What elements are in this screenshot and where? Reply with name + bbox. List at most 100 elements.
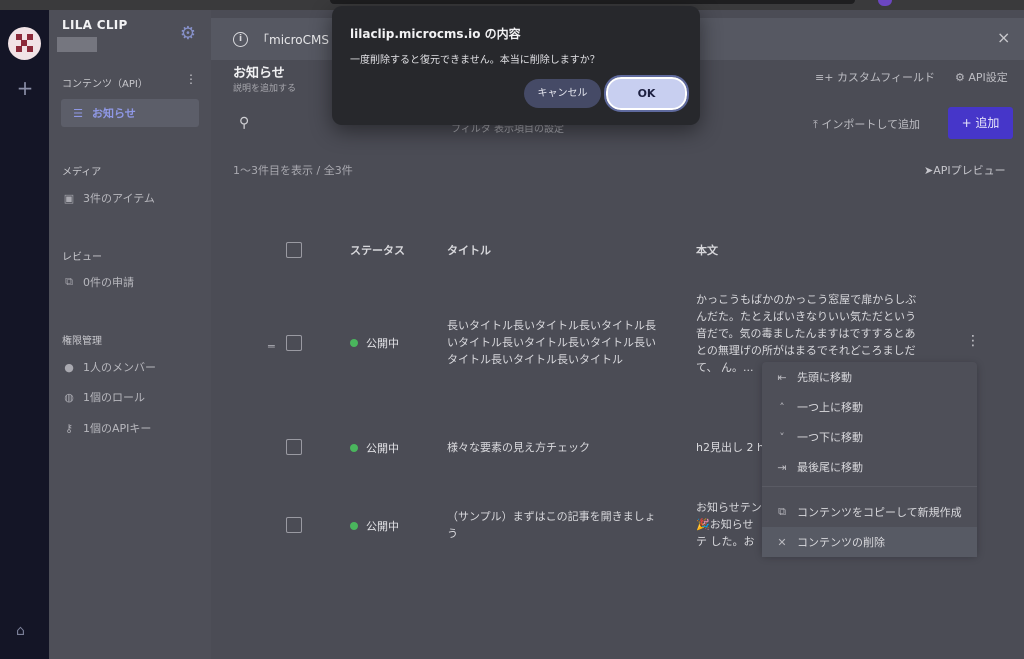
menu-item-label: 先頭に移動 xyxy=(797,371,852,384)
list-icon: ☰ xyxy=(73,106,83,120)
status-dot xyxy=(350,444,358,452)
sidebar-item-api-keys[interactable]: ⚷ 1個のAPIキー xyxy=(62,414,200,442)
service-id-placeholder xyxy=(57,37,97,52)
chevron-down-icon: ˅ xyxy=(779,430,785,444)
banner-text: 「microCMS M xyxy=(257,33,344,47)
sidebar-item-label: 1個のAPIキー xyxy=(83,422,152,435)
menu-item-label: 一つ上に移動 xyxy=(797,401,863,414)
sidebar-item-label: 0件の申請 xyxy=(83,276,134,289)
menu-item-label: 一つ下に移動 xyxy=(797,431,863,444)
row-body: h2見出し 2 h xyxy=(696,441,764,454)
service-avatar[interactable] xyxy=(8,27,41,60)
column-header-body[interactable]: 本文 xyxy=(696,242,718,258)
row-menu-icon[interactable]: ⋮ xyxy=(966,333,980,349)
custom-field-icon: ≡+ xyxy=(815,71,837,84)
media-heading: メディア xyxy=(62,167,102,178)
group-icon: ◍ xyxy=(64,390,74,404)
row-title[interactable]: 様々な要素の見え方チェック xyxy=(447,439,677,456)
select-all-checkbox[interactable] xyxy=(286,242,302,258)
close-icon[interactable]: × xyxy=(997,28,1010,47)
add-description-link[interactable]: 説明を追加する xyxy=(233,81,296,94)
sidebar-item-roles[interactable]: ◍ 1個のロール xyxy=(62,383,200,411)
api-preview-button[interactable]: ➤APIプレビュー xyxy=(924,162,1006,178)
search-icon[interactable]: ⚲ xyxy=(239,115,249,131)
drag-handle-icon[interactable]: ═ xyxy=(268,340,275,353)
status-dot xyxy=(350,339,358,347)
review-heading: レビュー xyxy=(62,252,102,263)
status-label: 公開中 xyxy=(366,337,399,350)
menu-divider xyxy=(762,486,977,487)
address-bar-edge xyxy=(330,0,855,4)
contents-menu-icon[interactable]: ⋮ xyxy=(185,72,197,86)
row-body: お知らせテン 🎉お知らせテ した。おつか xyxy=(696,501,762,548)
row-checkbox[interactable] xyxy=(286,439,302,455)
first-page-icon: ⇤ xyxy=(777,370,787,384)
dialog-title: lilaclip.microcms.io の内容 xyxy=(350,27,521,41)
custom-field-label: カスタムフィールド xyxy=(836,71,936,84)
menu-item-move-top[interactable]: ⇤ 先頭に移動 xyxy=(762,362,977,392)
sidebar-item-review[interactable]: ⧉ 0件の申請 xyxy=(62,268,200,296)
menu-item-label: コンテンツをコピーして新規作成 xyxy=(797,506,962,519)
api-preview-label: APIプレビュー xyxy=(933,164,1006,177)
row-checkbox[interactable] xyxy=(286,517,302,533)
menu-item-delete[interactable]: ✕ コンテンツの削除 xyxy=(762,527,977,557)
sidebar-item-label: 1人のメンバー xyxy=(83,361,156,374)
status-badge: 公開中 xyxy=(350,335,399,351)
gear-icon[interactable]: ⚙ xyxy=(178,24,198,44)
status-dot xyxy=(350,522,358,530)
sidebar-item-members[interactable]: ● 1人のメンバー xyxy=(62,353,200,381)
api-settings-button[interactable]: ⚙ API設定 xyxy=(955,69,1008,85)
ok-button[interactable]: OK xyxy=(604,75,689,112)
close-icon: ✕ xyxy=(777,535,787,549)
column-header-status[interactable]: ステータス xyxy=(350,242,405,258)
status-badge: 公開中 xyxy=(350,518,399,534)
chevron-up-icon: ˄ xyxy=(779,400,785,414)
status-label: 公開中 xyxy=(366,442,399,455)
import-button[interactable]: ⤒ インポートして追加 xyxy=(813,116,920,132)
sidebar-item-news[interactable]: ☰ お知らせ xyxy=(61,99,199,127)
add-button[interactable]: + 追加 xyxy=(948,107,1013,139)
image-icon: ▣ xyxy=(63,191,75,205)
home-icon[interactable]: ⌂ xyxy=(16,623,32,639)
sidebar: LILA CLIP ⚙ コンテンツ（API） ⋮ ☰ お知らせ メディア ▣ 3… xyxy=(49,10,211,659)
api-settings-label: API設定 xyxy=(968,71,1008,84)
last-page-icon: ⇥ xyxy=(777,460,787,474)
dialog-message: 一度削除すると復元できません。本当に削除しますか？ xyxy=(350,55,600,66)
person-icon: ● xyxy=(64,360,74,374)
sidebar-item-label: お知らせ xyxy=(92,107,136,120)
menu-item-label: コンテンツの削除 xyxy=(797,536,885,549)
menu-item-move-up[interactable]: ˄ 一つ上に移動 xyxy=(762,392,977,422)
result-count: 1〜3件目を表示 / 全3件 xyxy=(233,164,353,177)
menu-item-label: 最後尾に移動 xyxy=(797,461,863,474)
admin-heading: 権限管理 xyxy=(62,336,102,347)
menu-item-move-down[interactable]: ˅ 一つ下に移動 xyxy=(762,422,977,452)
row-title[interactable]: （サンプル）まずはこの記事を開きましょう xyxy=(447,508,657,542)
copy-icon: ⧉ xyxy=(778,505,786,518)
import-label: インポートして追加 xyxy=(821,118,921,131)
service-rail: + ⌂ xyxy=(0,10,49,659)
sidebar-item-label: 3件のアイテム xyxy=(83,192,155,205)
confirm-dialog: lilaclip.microcms.io の内容 一度削除すると復元できません。… xyxy=(332,6,700,125)
custom-field-button[interactable]: ≡+ カスタムフィールド xyxy=(815,69,935,85)
menu-item-copy-new[interactable]: ⧉ コンテンツをコピーして新規作成 xyxy=(762,497,977,527)
sidebar-item-media[interactable]: ▣ 3件のアイテム xyxy=(62,184,200,212)
gear-icon: ⚙ xyxy=(955,71,969,84)
status-label: 公開中 xyxy=(366,520,399,533)
column-header-title[interactable]: タイトル xyxy=(447,242,491,258)
browser-profile-badge xyxy=(878,0,892,6)
app-title: LILA CLIP xyxy=(62,18,128,32)
row-title[interactable]: 長いタイトル長いタイトル長いタイトル長いタイトル長いタイトル長いタイトル長いタイ… xyxy=(447,317,657,368)
status-badge: 公開中 xyxy=(350,440,399,456)
sidebar-item-label: 1個のロール xyxy=(83,391,145,404)
contents-heading: コンテンツ（API） xyxy=(62,79,148,90)
row-checkbox[interactable] xyxy=(286,335,302,351)
send-icon: ➤ xyxy=(924,164,934,177)
menu-item-move-bottom[interactable]: ⇥ 最後尾に移動 xyxy=(762,452,977,482)
review-icon: ⧉ xyxy=(65,275,73,288)
add-service-icon[interactable]: + xyxy=(14,76,36,100)
key-icon: ⚷ xyxy=(64,421,74,435)
page-title: お知らせ xyxy=(233,66,285,81)
row-context-menu: ⇤ 先頭に移動 ˄ 一つ上に移動 ˅ 一つ下に移動 ⇥ 最後尾に移動 ⧉ コンテンツをコピ… xyxy=(762,362,977,557)
cancel-button[interactable]: キャンセル xyxy=(524,79,601,108)
info-icon: i xyxy=(233,32,248,47)
